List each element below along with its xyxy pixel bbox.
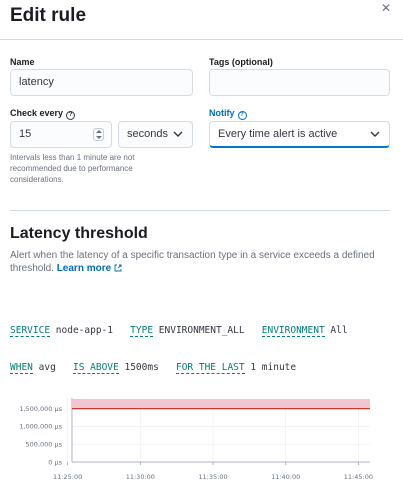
page-title: Edit rule [10,5,87,26]
interval-unit-select[interactable]: seconds [118,121,193,148]
interval-hint: Intervals less than 1 minute are not rec… [10,153,135,184]
type-value[interactable]: ENVIRONMENT_ALL [159,325,245,336]
help-icon[interactable]: ? [66,111,76,120]
notify-label: Notify? [209,108,247,120]
threshold-chart: 0 µs 500,000 µs 1,000,000 µs 1,500,000 µs 11… [19,398,373,481]
service-expression[interactable]: SERVICE [10,325,51,337]
check-every-label-text: Check every [10,108,64,118]
section-description: Alert when the latency of a specific tra… [10,249,395,275]
environment-expression[interactable]: ENVIRONMENT [261,325,325,337]
check-every-value: 15 [19,128,32,140]
learn-more-label: Learn more [56,263,112,274]
for-the-last-expression[interactable]: FOR THE LAST [175,362,245,374]
divider [10,210,390,211]
section-title: Latency threshold [10,225,148,242]
notify-label-text: Notify [209,108,235,118]
check-every-input[interactable]: 15 [10,121,112,148]
type-expression[interactable]: TYPE [130,325,154,337]
x-tick-label: 11:25:00 [53,473,82,481]
interval-unit-value: seconds [127,128,168,140]
service-value[interactable]: node-app-1 [56,325,113,336]
check-every-label: Check every? [10,108,76,120]
help-icon[interactable]: ? [237,111,247,120]
notify-value: Every time alert is active [218,128,338,140]
environment-value[interactable]: All [330,325,347,336]
number-stepper[interactable] [93,128,104,141]
y-tick-label: 1,000,000 µs [19,423,62,431]
name-field[interactable]: latency [10,69,193,96]
window-value[interactable]: 1 minute [250,362,296,373]
tags-field[interactable] [209,69,390,96]
y-tick-label: 500,000 µs [26,441,63,449]
x-tick-label: 11:40:00 [271,473,300,481]
x-tick-label: 11:30:00 [126,473,155,481]
notify-select[interactable]: Every time alert is active [209,121,390,148]
name-label: Name [10,57,35,67]
chevron-down-icon [370,131,380,137]
tags-label: Tags (optional) [209,57,273,67]
expression-row-1: SERVICE node-app-1 TYPE ENVIRONMENT_ALL … [10,325,348,337]
flyout-header: Edit rule ✕ [0,0,403,40]
learn-more-link[interactable]: Learn more [57,263,122,274]
x-tick-label: 11:35:00 [198,473,227,481]
y-tick-label: 0 µs [48,458,62,466]
external-link-icon [114,264,122,272]
aggregation-value[interactable]: avg [39,362,56,373]
when-expression[interactable]: WHEN [10,362,33,374]
chevron-down-icon [173,131,183,137]
x-tick-label: 11:45:00 [344,473,373,481]
expression-row-2: WHEN avg IS ABOVE 1500ms FOR THE LAST 1 … [10,362,296,374]
y-tick-label: 1,500,000 µs [19,405,62,413]
threshold-value[interactable]: 1500ms [124,362,158,373]
close-icon[interactable]: ✕ [381,1,391,15]
threshold-area [72,399,370,409]
is-above-expression[interactable]: IS ABOVE [72,362,119,374]
